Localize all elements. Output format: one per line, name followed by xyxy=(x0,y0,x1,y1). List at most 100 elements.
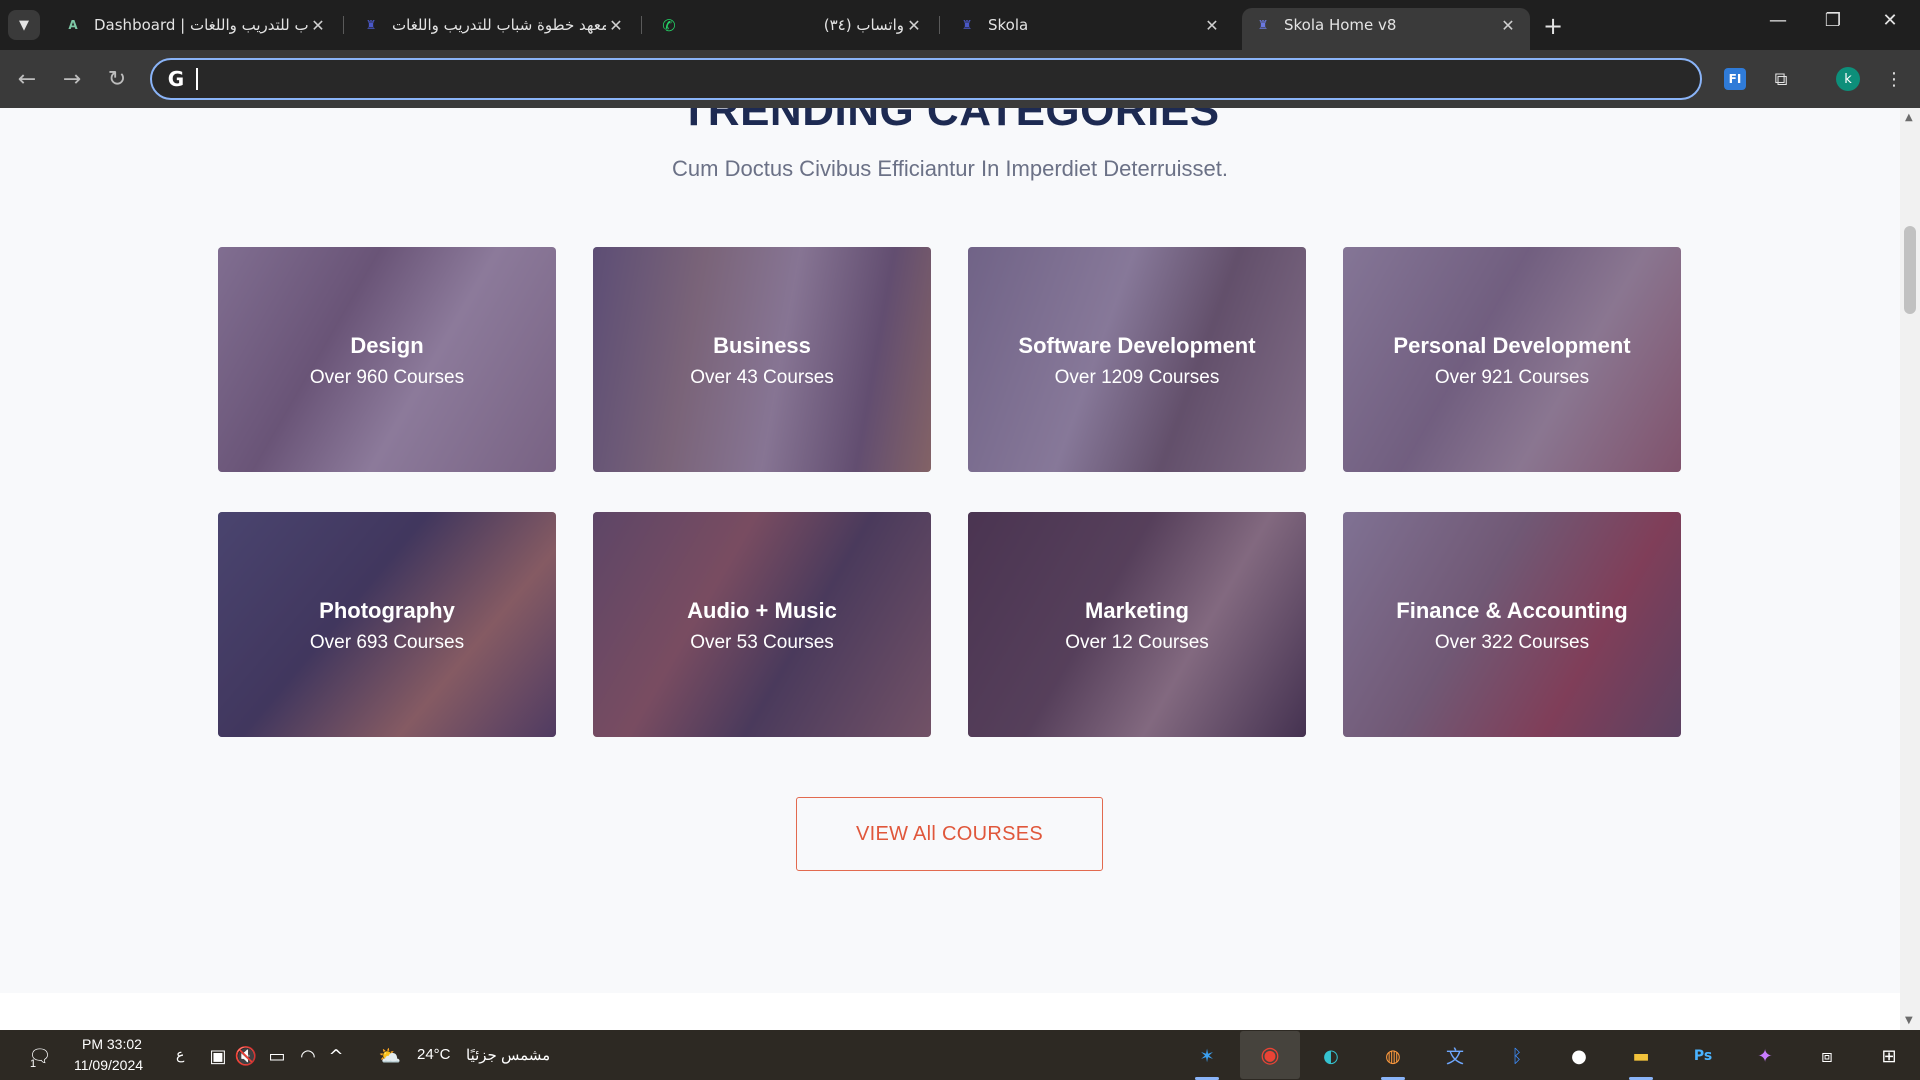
category-card-finance-accounting[interactable]: Finance & Accounting Over 322 Courses xyxy=(1343,512,1681,737)
google-icon: G xyxy=(167,67,185,91)
weather-temp[interactable]: 24°C xyxy=(417,1046,451,1063)
category-count: Over 53 Courses xyxy=(690,632,834,653)
category-card-marketing[interactable]: Marketing Over 12 Courses xyxy=(968,512,1306,737)
category-count: Over 322 Courses xyxy=(1434,632,1590,653)
file-explorer-icon[interactable]: ▬ xyxy=(1627,1042,1655,1080)
tab-divider xyxy=(641,16,642,34)
category-card-business[interactable]: Business Over 43 Courses xyxy=(593,247,931,472)
category-count: Over 1209 Courses xyxy=(1054,367,1220,388)
next-section-edge xyxy=(0,993,1900,1030)
close-icon[interactable]: ✕ xyxy=(1498,16,1518,35)
windows-start-icon[interactable]: ⊞ xyxy=(1875,1042,1903,1070)
category-name: Software Development xyxy=(1018,333,1256,358)
category-overlay xyxy=(593,247,931,472)
category-card-photography[interactable]: Photography Over 693 Courses xyxy=(218,512,556,737)
copilot-icon[interactable]: ✦ xyxy=(1751,1042,1779,1070)
category-card-software-development[interactable]: Software Development Over 1209 Courses xyxy=(968,247,1306,472)
tab-title: معهد خطوة شباب للتدريب واللغات xyxy=(392,16,606,34)
page-scrollbar[interactable]: ▲ ▼ xyxy=(1900,108,1920,1030)
input-language[interactable]: ع xyxy=(176,1046,184,1063)
vscode-icon[interactable]: ✶ xyxy=(1193,1042,1221,1080)
chevron-down-icon: ▼ xyxy=(19,17,29,33)
close-icon[interactable]: ✕ xyxy=(606,16,626,35)
scroll-up-arrow-icon[interactable]: ▲ xyxy=(1905,112,1913,123)
category-name: Photography xyxy=(319,598,455,623)
category-overlay xyxy=(593,512,931,737)
extension-icon[interactable]: FI xyxy=(1724,68,1746,90)
close-icon[interactable]: ✕ xyxy=(904,16,924,35)
category-name: Design xyxy=(350,333,424,358)
category-count: Over 693 Courses xyxy=(309,632,465,653)
category-name: Finance & Accounting xyxy=(1396,598,1628,623)
skola-logo-icon: ♜ xyxy=(1257,18,1269,32)
volume-muted-icon[interactable]: 🔇 xyxy=(232,1042,260,1070)
tab-search-button[interactable]: ▼ xyxy=(8,10,40,40)
meet-now-icon[interactable]: ▣ xyxy=(204,1042,232,1070)
scrollbar-thumb[interactable] xyxy=(1904,226,1916,314)
task-view-icon[interactable]: ⧈ xyxy=(1813,1042,1841,1070)
category-name: Business xyxy=(713,333,811,358)
section-heading: TRENDING CATEGORIES xyxy=(680,108,1220,135)
tab-divider xyxy=(939,16,940,34)
tab-title: Skola xyxy=(988,16,1029,34)
category-overlay xyxy=(968,247,1306,472)
kebab-menu-icon[interactable]: ⋮ xyxy=(1880,65,1908,93)
tab-institute[interactable]: ♜ معهد خطوة شباب للتدريب واللغات ✕ xyxy=(350,8,638,42)
close-window-button[interactable]: ✕ xyxy=(1870,10,1910,31)
wifi-icon[interactable]: ◠ xyxy=(294,1042,322,1070)
address-bar[interactable]: G xyxy=(150,58,1702,100)
category-overlay xyxy=(218,512,556,737)
category-count: Over 12 Courses xyxy=(1065,632,1209,653)
tab-whatsapp[interactable]: ✆ (٣٤) واتساب ✕ xyxy=(648,8,936,42)
whatsapp-icon: ✆ xyxy=(662,15,676,35)
category-overlay xyxy=(968,512,1306,737)
reload-button[interactable]: ↻ xyxy=(102,64,132,94)
close-icon[interactable]: ✕ xyxy=(1202,16,1222,35)
category-count: Over 960 Courses xyxy=(309,367,465,388)
chrome-icon[interactable]: ◉ xyxy=(1240,1031,1300,1079)
restore-button[interactable]: ❐ xyxy=(1813,10,1853,31)
profile-avatar[interactable]: k xyxy=(1836,67,1860,91)
firefox-icon[interactable]: ◍ xyxy=(1379,1042,1407,1080)
skola-logo-icon: ♜ xyxy=(961,18,973,32)
tab-title: Dashboard | باب للتدريب واللغات xyxy=(94,16,308,34)
category-name: Audio + Music xyxy=(687,598,837,623)
translate-icon[interactable]: 文 xyxy=(1441,1042,1469,1070)
app-icon[interactable]: ● xyxy=(1565,1042,1593,1070)
bluetooth-icon[interactable]: ᛒ xyxy=(1503,1042,1531,1070)
notification-count: 1 xyxy=(30,1058,37,1070)
weather-icon[interactable]: ⛅ xyxy=(376,1042,404,1070)
chevron-up-icon[interactable]: ^ xyxy=(322,1042,350,1070)
browser-toolbar: ← → ↻ G FI ⧉ k ⋮ xyxy=(0,50,1920,108)
back-button[interactable]: ← xyxy=(12,64,42,94)
category-card-personal-development[interactable]: Personal Development Over 921 Courses xyxy=(1343,247,1681,472)
clock-time[interactable]: PM 33:02 xyxy=(82,1036,142,1052)
new-tab-button[interactable]: + xyxy=(1543,12,1563,40)
battery-icon[interactable]: ▭ xyxy=(263,1042,291,1070)
category-overlay xyxy=(1343,247,1681,472)
text-cursor xyxy=(196,68,198,90)
tab-title: (٣٤) واتساب xyxy=(823,16,904,34)
tab-skola-home-v8[interactable]: ♜ Skola Home v8 ✕ xyxy=(1242,8,1530,50)
tab-favicon: A xyxy=(68,18,78,32)
tab-divider xyxy=(343,16,344,34)
puzzle-icon[interactable]: ⧉ xyxy=(1767,65,1795,93)
category-count: Over 43 Courses xyxy=(690,367,834,388)
forward-button[interactable]: → xyxy=(57,64,87,94)
skola-logo-icon: ♜ xyxy=(365,18,377,32)
category-card-design[interactable]: Design Over 960 Courses xyxy=(218,247,556,472)
category-overlay xyxy=(218,247,556,472)
minimize-button[interactable]: — xyxy=(1758,10,1798,31)
tab-dashboard[interactable]: A Dashboard | باب للتدريب واللغات ✕ xyxy=(52,8,340,42)
view-all-courses-button[interactable]: VIEW All COURSES xyxy=(796,797,1103,871)
category-card-audio-music[interactable]: Audio + Music Over 53 Courses xyxy=(593,512,931,737)
clock-date[interactable]: 11/09/2024 xyxy=(74,1057,143,1073)
photoshop-icon[interactable]: Ps xyxy=(1689,1042,1717,1070)
edge-icon[interactable]: ◐ xyxy=(1317,1042,1345,1070)
scroll-down-arrow-icon[interactable]: ▼ xyxy=(1905,1015,1913,1026)
weather-text[interactable]: مشمس جزئيًا xyxy=(466,1046,550,1064)
tab-skola[interactable]: ♜ Skola ✕ xyxy=(946,8,1234,42)
close-icon[interactable]: ✕ xyxy=(308,16,328,35)
page-content: TRENDING CATEGORIES Cum Doctus Civibus E… xyxy=(0,108,1900,993)
section-subheading: Cum Doctus Civibus Efficiantur In Imperd… xyxy=(672,156,1228,181)
